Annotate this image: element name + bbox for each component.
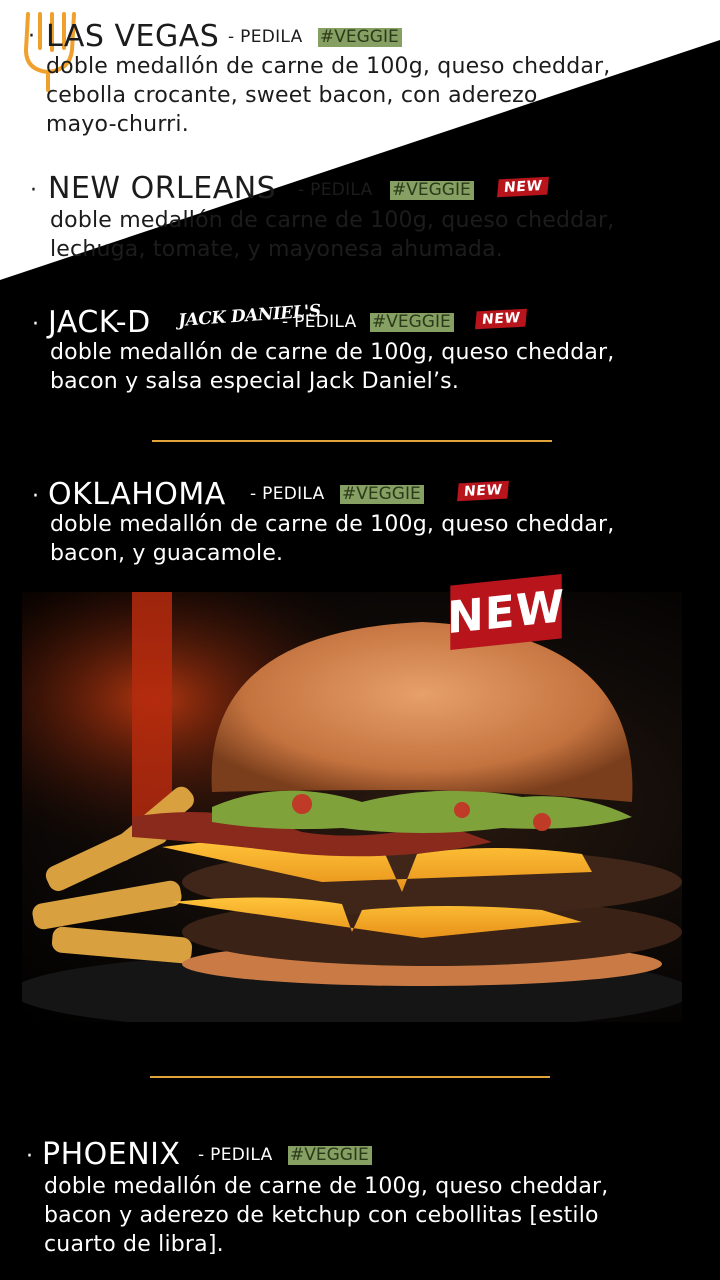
bullet: · [26,1144,33,1169]
pedila-label: - PEDILA [250,484,325,504]
new-badge: NEW [475,308,528,330]
item-name: LAS VEGAS [46,19,220,54]
desc-line: bacon, y guacamole. [50,541,284,566]
item-name: NEW ORLEANS [48,171,277,206]
menu-item-oklahoma: · OKLAHOMA - PEDILA #VEGGIE NEW doble me… [0,474,720,567]
section-divider [152,440,552,442]
desc-line: bacon y aderezo de ketchup con cebollita… [44,1203,599,1228]
burger-illustration [22,592,682,1022]
desc-line: cebolla crocante, sweet bacon, con adere… [46,83,538,108]
desc-line: mayo-churri. [46,112,189,137]
pedila-label: - PEDILA [282,312,357,332]
section-divider [150,1076,550,1078]
item-name: PHOENIX [42,1137,181,1172]
bullet: · [32,484,39,509]
item-name: OKLAHOMA [48,477,226,512]
menu-item-phoenix: · PHOENIX - PEDILA #VEGGIE doble medalló… [0,1136,720,1258]
pedila-label: - PEDILA [298,180,373,200]
bullet: · [30,178,37,203]
menu-item-new-orleans: · NEW ORLEANS - PEDILA #VEGGIE NEW doble… [0,168,720,263]
desc-line: cuarto de libra]. [44,1232,224,1257]
bullet: · [32,312,39,337]
pedila-label: - PEDILA [228,27,303,47]
desc-line: doble medallón de carne de 100g, queso c… [46,54,611,79]
desc-line: doble medallón de carne de 100g, queso c… [50,208,615,233]
new-badge: NEW [457,480,510,502]
veggie-tag: #VEGGIE [318,28,402,47]
desc-line: doble medallón de carne de 100g, queso c… [50,340,615,365]
item-description: doble medallón de carne de 100g, queso c… [46,52,610,139]
item-description: doble medallón de carne de 100g, queso c… [44,1172,608,1259]
desc-line: bacon y salsa especial Jack Daniel’s. [50,369,460,394]
menu-item-jack-d: · JACK-D JACK DANIEL'S - PEDILA #VEGGIE … [0,301,720,394]
photo-new-badge: NEW [447,573,565,651]
item-description: doble medallón de carne de 100g, queso c… [50,206,614,264]
desc-line: doble medallón de carne de 100g, queso c… [44,1174,609,1199]
item-name: JACK-D [48,305,151,340]
menu-item-las-vegas: · LAS VEGAS - PEDILA #VEGGIE doble medal… [0,16,720,138]
bullet: · [28,24,35,49]
desc-line: lechuga, tomate, y mayonesa ahumada. [50,237,503,262]
pedila-label: - PEDILA [198,1145,273,1165]
item-description: doble medallón de carne de 100g, queso c… [50,510,614,568]
veggie-tag: #VEGGIE [390,181,474,200]
veggie-tag: #VEGGIE [370,313,454,332]
item-description: doble medallón de carne de 100g, queso c… [50,338,614,396]
desc-line: doble medallón de carne de 100g, queso c… [50,512,615,537]
new-badge: NEW [497,176,550,198]
burger-photo [22,592,682,1022]
veggie-tag: #VEGGIE [340,485,424,504]
veggie-tag: #VEGGIE [288,1146,372,1165]
